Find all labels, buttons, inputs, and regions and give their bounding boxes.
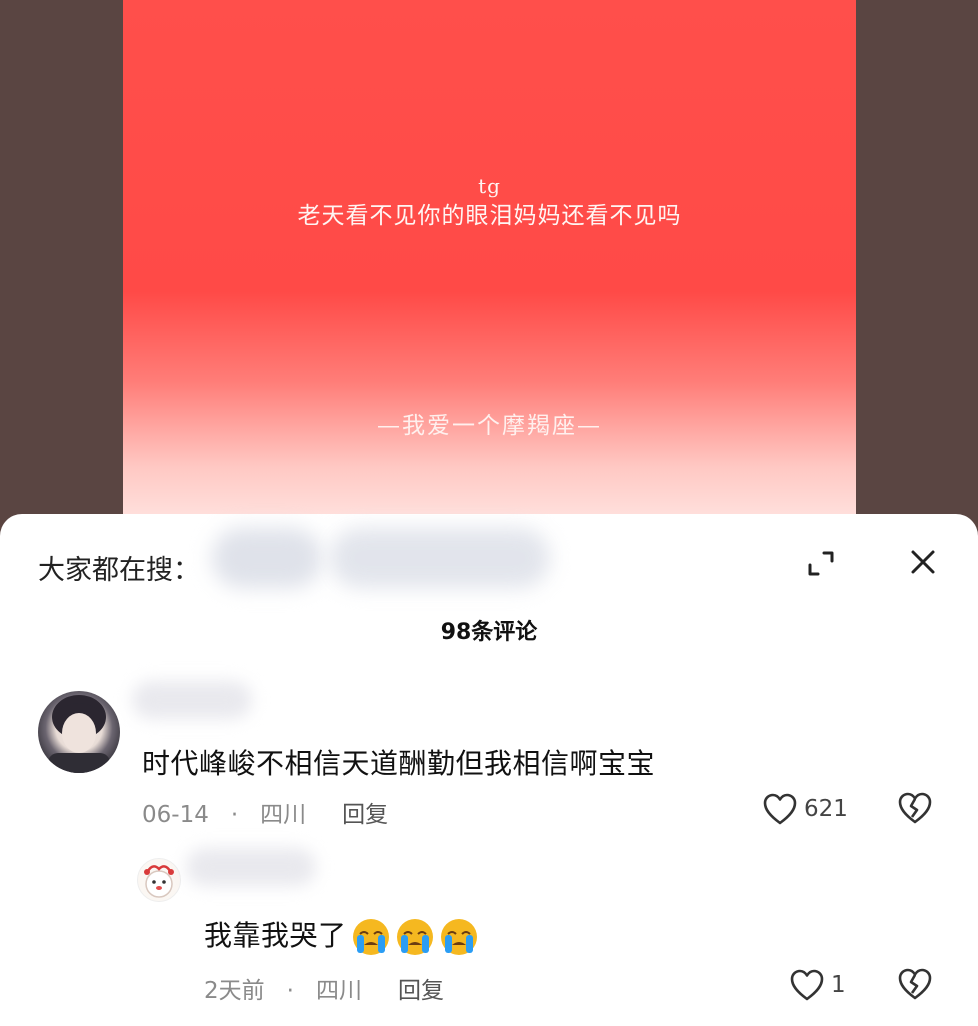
meta-dot: · xyxy=(230,802,239,828)
avatar[interactable] xyxy=(38,691,120,773)
crying-emoji-icon xyxy=(440,919,477,955)
comment-location: 四川 xyxy=(315,978,362,1004)
close-icon[interactable] xyxy=(907,546,939,578)
like-count: 621 xyxy=(804,796,848,822)
background-left xyxy=(0,0,123,520)
video-tag-text: tg xyxy=(478,174,501,198)
avatar[interactable] xyxy=(137,858,181,902)
background-right xyxy=(856,0,978,520)
like-button[interactable]: 1 xyxy=(789,968,846,1002)
comment-meta: 06-14 · 四川 回复 xyxy=(142,795,388,829)
like-button[interactable]: 621 xyxy=(762,792,848,826)
expand-icon[interactable] xyxy=(806,548,836,578)
comment-date: 2天前 xyxy=(204,978,265,1004)
broken-heart-icon xyxy=(898,968,932,1000)
username-blurred[interactable] xyxy=(186,848,316,886)
trending-search-chip-blurred[interactable] xyxy=(212,528,322,588)
username-blurred[interactable] xyxy=(132,681,252,719)
comment-text: 时代峰峻不相信天道酬勤但我相信啊宝宝 xyxy=(142,747,656,780)
comment-text-content: 我靠我哭了 xyxy=(204,919,347,952)
crying-emoji-icon xyxy=(396,919,433,955)
comments-sheet: 大家都在搜： 98条评论 时代峰峻不相信天道酬勤但我相信啊宝宝 06-14 · 四川… xyxy=(0,514,978,1026)
meta-dot: · xyxy=(286,978,294,1004)
reply-button[interactable]: 回复 xyxy=(342,802,388,828)
heart-outline-icon xyxy=(763,793,797,825)
crying-emoji-icon xyxy=(352,919,389,955)
heart-outline-icon xyxy=(790,969,824,1001)
comment-location: 四川 xyxy=(260,802,307,828)
reply-button[interactable]: 回复 xyxy=(398,978,444,1004)
comment-text: 我靠我哭了 xyxy=(204,914,479,957)
like-count: 1 xyxy=(831,972,846,998)
video-preview[interactable]: tg 老天看不见你的眼泪妈妈还看不见吗 —我爱一个摩羯座— xyxy=(123,0,856,530)
video-caption-line2: —我爱一个摩羯座— xyxy=(377,413,602,439)
trending-search-chip-blurred[interactable] xyxy=(330,528,550,588)
trending-search-label: 大家都在搜： xyxy=(38,555,200,586)
dislike-button[interactable] xyxy=(897,967,933,1003)
broken-heart-icon xyxy=(898,792,932,824)
comment-date: 06-14 xyxy=(142,802,209,828)
comment-meta: 2天前 · 四川 回复 xyxy=(204,971,444,1005)
comment-count-title: 98条评论 xyxy=(440,620,538,645)
dislike-button[interactable] xyxy=(897,791,933,827)
video-caption-line1: 老天看不见你的眼泪妈妈还看不见吗 xyxy=(297,203,682,229)
